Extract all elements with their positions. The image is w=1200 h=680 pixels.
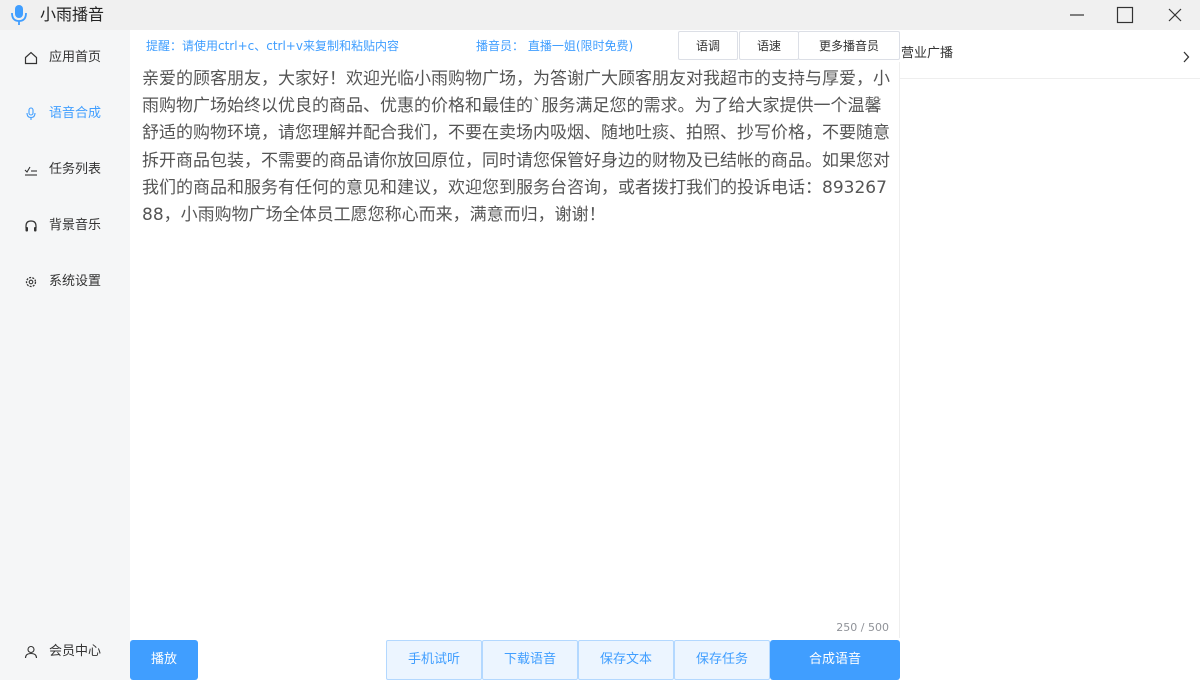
category-label: 营业广播 [901, 46, 954, 61]
app-title: 小雨播音 [40, 5, 105, 24]
sidebar-item-label: 任务列表 [49, 162, 102, 177]
headphones-icon [24, 219, 38, 233]
synthesize-button[interactable]: 合成语音 [770, 640, 900, 680]
editor-text[interactable]: 亲爱的顾客朋友，大家好！欢迎光临小雨购物广场，为答谢广大顾客朋友对我超市的支持与… [142, 66, 894, 229]
speaker-selector[interactable]: 播音员： 直播一姐(限时免费) [476, 38, 633, 54]
microphone-icon [8, 4, 30, 26]
gear-icon [24, 275, 38, 289]
tone-button[interactable]: 语调 [678, 31, 738, 60]
maximize-button[interactable] [1100, 0, 1150, 30]
sidebar-item-label: 背景音乐 [49, 218, 102, 233]
download-audio-button[interactable]: 下载语音 [482, 640, 578, 680]
sidebar-item-label: 系统设置 [49, 274, 102, 289]
sidebar-item-speech-synthesis[interactable]: 语音合成 [0, 94, 130, 134]
copy-paste-hint: 提醒：请使用ctrl+c、ctrl+v来复制和粘贴内容 [146, 39, 399, 53]
sidebar-item-member-center[interactable]: 会员中心 [0, 632, 130, 672]
save-task-button[interactable]: 保存任务 [674, 640, 770, 680]
sidebar-item-settings[interactable]: 系统设置 [0, 262, 130, 302]
character-counter: 250 / 500 [836, 621, 889, 634]
minimize-button[interactable] [1052, 0, 1102, 30]
home-icon [24, 51, 38, 65]
action-bar: 播放 手机试听 下载语音 保存文本 保存任务 合成语音 [130, 638, 900, 680]
save-text-button[interactable]: 保存文本 [578, 640, 674, 680]
template-panel: 营业广播 [900, 30, 1200, 680]
more-speakers-button[interactable]: 更多播音员 [798, 31, 900, 60]
sidebar: 应用首页 语音合成 任务列表 背景音乐 系统设置 会员中心 [0, 30, 130, 680]
sidebar-item-task-list[interactable]: 任务列表 [0, 150, 130, 190]
editor-toolbar: 提醒：请使用ctrl+c、ctrl+v来复制和粘贴内容 播音员： 直播一姐(限时… [130, 30, 900, 62]
sidebar-item-background-music[interactable]: 背景音乐 [0, 206, 130, 246]
play-button[interactable]: 播放 [130, 640, 198, 680]
microphone-icon [24, 107, 38, 121]
checklist-icon [24, 163, 38, 177]
title-bar: 小雨播音 [0, 0, 1200, 30]
category-row-business-broadcast[interactable]: 营业广播 [900, 30, 1200, 79]
chevron-right-icon [1182, 48, 1190, 67]
phone-test-button[interactable]: 手机试听 [386, 640, 482, 680]
text-editor[interactable]: 亲爱的顾客朋友，大家好！欢迎光临小雨购物广场，为答谢广大顾客朋友对我超市的支持与… [130, 62, 900, 638]
close-button[interactable] [1150, 0, 1200, 30]
sidebar-item-label: 会员中心 [49, 644, 102, 659]
sidebar-item-label: 语音合成 [49, 106, 102, 121]
sidebar-item-home[interactable]: 应用首页 [0, 38, 130, 78]
user-icon [24, 645, 38, 659]
speed-button[interactable]: 语速 [739, 31, 799, 60]
sidebar-item-label: 应用首页 [49, 50, 102, 65]
